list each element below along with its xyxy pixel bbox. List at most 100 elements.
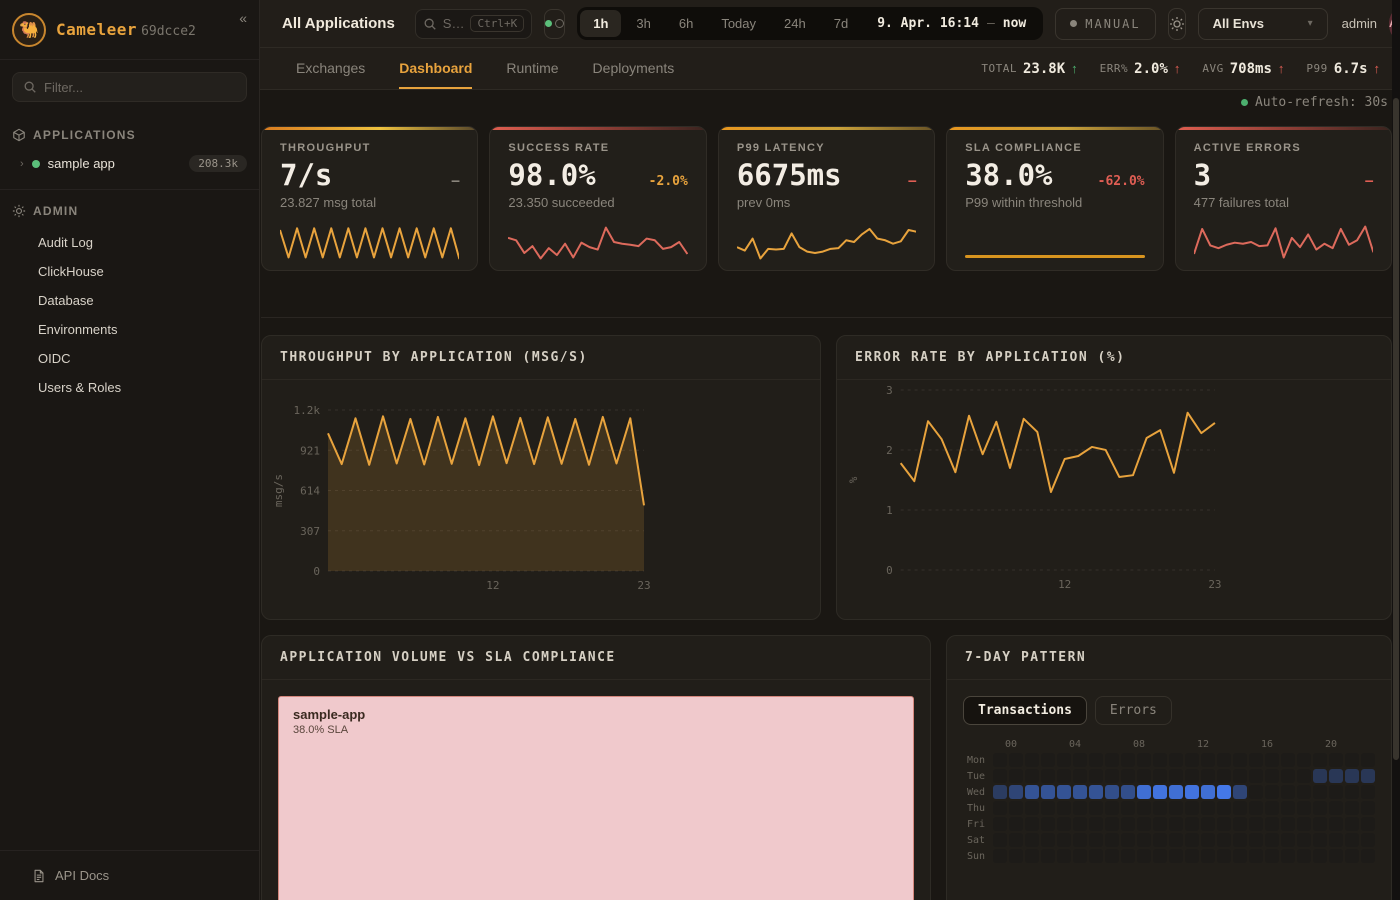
heatmap-cell[interactable] (1329, 801, 1343, 815)
sidebar-item-clickhouse[interactable]: ClickHouse (0, 257, 259, 286)
heatmap-cell[interactable] (1089, 769, 1103, 783)
heatmap-cell[interactable] (1329, 785, 1343, 799)
heatmap-cell[interactable] (1169, 849, 1183, 863)
theme-toggle-button[interactable] (1168, 8, 1186, 40)
heatmap-cell[interactable] (1361, 801, 1375, 815)
heatmap-cell[interactable] (1233, 849, 1247, 863)
heatmap-cell[interactable] (1345, 849, 1359, 863)
heatmap-cell[interactable] (1313, 753, 1327, 767)
heatmap-cell[interactable] (1345, 817, 1359, 831)
scrollbar-thumb[interactable] (1393, 98, 1399, 760)
heatmap-cell[interactable] (1169, 833, 1183, 847)
heatmap-cell[interactable] (1073, 833, 1087, 847)
time-range-3h[interactable]: 3h (623, 10, 663, 37)
heatmap-cell[interactable] (1265, 849, 1279, 863)
heatmap-cell[interactable] (1217, 769, 1231, 783)
sidebar-item-environments[interactable]: Environments (0, 315, 259, 344)
heatmap-cell[interactable] (1025, 801, 1039, 815)
heatmap-cell[interactable] (1041, 753, 1055, 767)
sidebar-item-api-docs[interactable]: API Docs (0, 850, 259, 900)
heatmap-cell[interactable] (1313, 833, 1327, 847)
error-rate-chart[interactable]: 32101223% (837, 380, 1391, 618)
heatmap-cell[interactable] (1153, 769, 1167, 783)
heatmap-cell[interactable] (1057, 753, 1071, 767)
heatmap-cell[interactable] (1105, 769, 1119, 783)
heatmap-cell[interactable] (993, 801, 1007, 815)
heatmap-cell[interactable] (1281, 801, 1295, 815)
heatmap-cell[interactable] (1089, 801, 1103, 815)
heatmap-cell[interactable] (1297, 753, 1311, 767)
tab-dashboard[interactable]: Dashboard (399, 48, 472, 89)
heatmap-cell[interactable] (1025, 785, 1039, 799)
environment-select[interactable]: All Envs ▾ (1198, 8, 1328, 40)
heatmap-cell[interactable] (1361, 753, 1375, 767)
heatmap-cell[interactable] (1233, 833, 1247, 847)
heatmap-cell[interactable] (1281, 833, 1295, 847)
heatmap-cell[interactable] (1057, 849, 1071, 863)
heatmap-cell[interactable] (1073, 769, 1087, 783)
heatmap-cell[interactable] (1313, 849, 1327, 863)
heatmap-cell[interactable] (1137, 849, 1151, 863)
heatmap-cell[interactable] (1185, 753, 1199, 767)
heatmap-cell[interactable] (1297, 849, 1311, 863)
heatmap-cell[interactable] (1089, 785, 1103, 799)
heatmap-cell[interactable] (1233, 753, 1247, 767)
heatmap-cell[interactable] (1121, 849, 1135, 863)
heatmap-cell[interactable] (1313, 817, 1327, 831)
pattern-toggle-transactions[interactable]: Transactions (963, 696, 1087, 725)
heatmap-cell[interactable] (1265, 769, 1279, 783)
heatmap-cell[interactable] (1185, 833, 1199, 847)
heatmap-grid[interactable]: MonTueWedThuFriSatSun (963, 753, 1375, 863)
heatmap-cell[interactable] (1041, 785, 1055, 799)
sidebar-item-sample-app[interactable]: ›sample app208.3k (0, 148, 259, 179)
heatmap-cell[interactable] (1089, 849, 1103, 863)
heatmap-cell[interactable] (1281, 849, 1295, 863)
heatmap-cell[interactable] (1217, 753, 1231, 767)
heatmap-cell[interactable] (1297, 833, 1311, 847)
heatmap-cell[interactable] (1201, 833, 1215, 847)
heatmap-cell[interactable] (1009, 817, 1023, 831)
heatmap-cell[interactable] (1121, 753, 1135, 767)
heatmap-cell[interactable] (1041, 817, 1055, 831)
pattern-toggle-errors[interactable]: Errors (1095, 696, 1172, 725)
heatmap-cell[interactable] (1345, 801, 1359, 815)
treemap-node-sample-app[interactable]: sample-app 38.0% SLA (278, 696, 914, 900)
time-range-today[interactable]: Today (708, 10, 769, 37)
heatmap-cell[interactable] (1169, 769, 1183, 783)
heatmap-cell[interactable] (1025, 769, 1039, 783)
heatmap-cell[interactable] (1153, 753, 1167, 767)
heatmap-cell[interactable] (1361, 817, 1375, 831)
heatmap-cell[interactable] (1089, 753, 1103, 767)
heatmap-cell[interactable] (1297, 769, 1311, 783)
heatmap-cell[interactable] (1009, 801, 1023, 815)
heatmap-cell[interactable] (1249, 801, 1263, 815)
heatmap-cell[interactable] (1329, 753, 1343, 767)
heatmap-cell[interactable] (1073, 753, 1087, 767)
sidebar-item-database[interactable]: Database (0, 286, 259, 315)
heatmap-cell[interactable] (1185, 849, 1199, 863)
heatmap-cell[interactable] (1153, 833, 1167, 847)
heatmap-cell[interactable] (1105, 753, 1119, 767)
heatmap-cell[interactable] (1313, 769, 1327, 783)
heatmap-cell[interactable] (1025, 817, 1039, 831)
heatmap-cell[interactable] (1185, 785, 1199, 799)
heatmap-cell[interactable] (1105, 801, 1119, 815)
heatmap-cell[interactable] (1009, 785, 1023, 799)
heatmap-cell[interactable] (1041, 801, 1055, 815)
heatmap-cell[interactable] (1233, 785, 1247, 799)
heatmap-cell[interactable] (1217, 833, 1231, 847)
heatmap-cell[interactable] (1169, 753, 1183, 767)
heatmap-cell[interactable] (1025, 753, 1039, 767)
heatmap-cell[interactable] (1073, 849, 1087, 863)
heatmap-cell[interactable] (1137, 785, 1151, 799)
heatmap-cell[interactable] (1217, 785, 1231, 799)
heatmap-cell[interactable] (1137, 769, 1151, 783)
heatmap-cell[interactable] (993, 785, 1007, 799)
heatmap-cell[interactable] (1313, 785, 1327, 799)
heatmap-cell[interactable] (1057, 769, 1071, 783)
heatmap-cell[interactable] (1121, 833, 1135, 847)
heatmap-cell[interactable] (1329, 769, 1343, 783)
heatmap-cell[interactable] (993, 849, 1007, 863)
heatmap-cell[interactable] (1201, 801, 1215, 815)
heatmap-cell[interactable] (1121, 785, 1135, 799)
